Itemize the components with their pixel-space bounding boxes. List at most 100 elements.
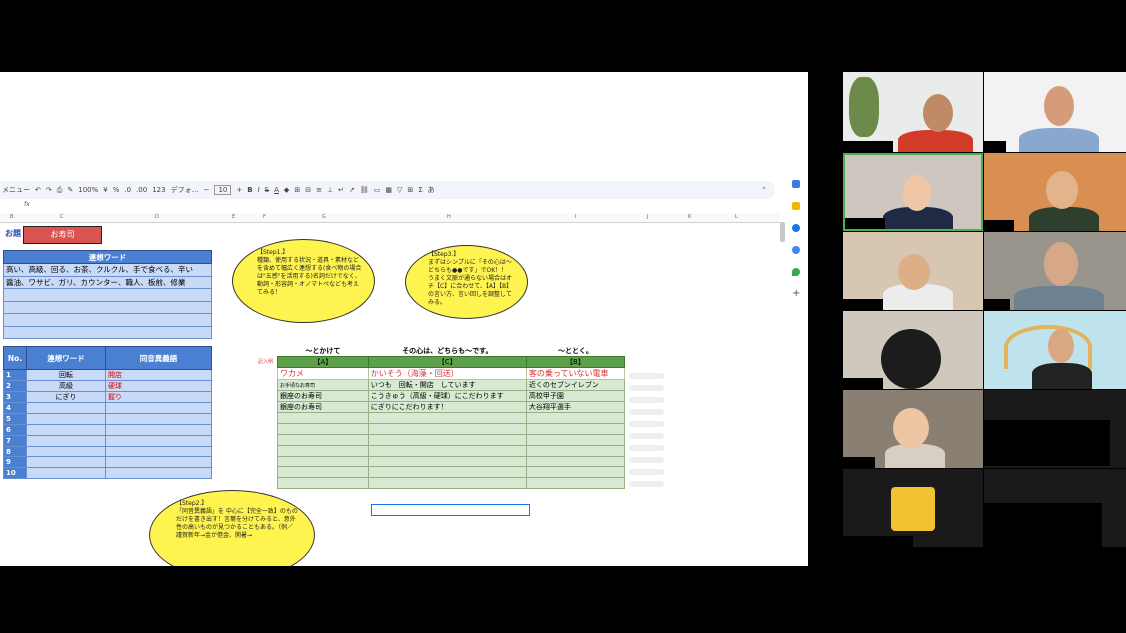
col-header[interactable]: H bbox=[447, 214, 451, 220]
merge-icon[interactable]: ⊟ bbox=[305, 186, 311, 194]
dropdown-chip[interactable] bbox=[629, 445, 664, 451]
cell-a[interactable] bbox=[277, 466, 369, 479]
sheets-icon[interactable] bbox=[792, 180, 800, 188]
col-header[interactable]: F bbox=[263, 214, 266, 220]
col-no-header[interactable]: No. bbox=[3, 346, 27, 370]
word-cell[interactable] bbox=[26, 402, 106, 414]
participant-tile-active[interactable] bbox=[843, 153, 983, 231]
strike-button[interactable]: S bbox=[265, 186, 269, 194]
cell-c[interactable] bbox=[367, 422, 527, 435]
dropdown-chip[interactable] bbox=[629, 397, 664, 403]
italic-button[interactable]: I bbox=[258, 186, 260, 194]
participant-tile[interactable] bbox=[843, 232, 983, 310]
rotate-icon[interactable]: ↗ bbox=[349, 186, 355, 194]
table-row[interactable] bbox=[3, 313, 212, 327]
homonym-cell[interactable] bbox=[105, 467, 212, 480]
participant-tile[interactable] bbox=[843, 311, 983, 389]
decimal-decrease-button[interactable]: .0 bbox=[124, 186, 131, 194]
cell-a[interactable]: 銀座のお寿司 bbox=[277, 401, 369, 413]
bold-button[interactable]: B bbox=[247, 186, 252, 194]
cell-b[interactable] bbox=[525, 444, 626, 457]
keep-icon[interactable] bbox=[792, 202, 800, 210]
col-header[interactable]: B bbox=[10, 214, 13, 220]
table-row[interactable]: 醤油、ワサビ、ガリ、カウンター、職人、板前、修業 bbox=[3, 275, 212, 289]
word-cell[interactable]: 高級 bbox=[26, 380, 106, 392]
example-c[interactable]: かいそう（海藻・回送） bbox=[367, 367, 527, 380]
filter-icon[interactable]: ▽ bbox=[397, 186, 402, 194]
wrap-icon[interactable]: ↵ bbox=[338, 186, 344, 194]
cell-b[interactable] bbox=[525, 477, 626, 490]
font-size-increase[interactable]: + bbox=[236, 186, 242, 194]
example-a[interactable]: ワカメ bbox=[277, 367, 369, 380]
dropdown-chip[interactable] bbox=[629, 469, 664, 475]
cell-c[interactable] bbox=[367, 455, 527, 468]
cell-c[interactable]: にぎりにこだわります！ bbox=[367, 401, 527, 413]
homonym-cell[interactable] bbox=[105, 456, 212, 469]
word-cell[interactable]: 回転 bbox=[26, 369, 106, 381]
col-a-header[interactable]: 【A】 bbox=[277, 356, 369, 368]
col-header[interactable]: I bbox=[575, 214, 576, 220]
cell-b[interactable]: 大谷翔平選手 bbox=[525, 401, 626, 413]
col-header[interactable]: J bbox=[647, 214, 648, 220]
homonym-cell[interactable] bbox=[105, 423, 212, 436]
col-word-header[interactable]: 連想ワード bbox=[26, 346, 106, 370]
dropdown-chip[interactable] bbox=[629, 409, 664, 415]
cell-a[interactable] bbox=[277, 455, 369, 468]
formula-bar[interactable]: fx bbox=[0, 201, 780, 211]
odai-value-cell[interactable]: お寿司 bbox=[23, 226, 102, 244]
cell-b[interactable]: 近くのセブンイレブン bbox=[525, 379, 626, 391]
word-cell[interactable] bbox=[26, 412, 106, 425]
cell-c[interactable]: いつも 回転・開店 しています bbox=[367, 379, 527, 391]
cell-a[interactable] bbox=[277, 433, 369, 446]
dropdown-chip[interactable] bbox=[629, 433, 664, 439]
col-header[interactable]: C bbox=[60, 214, 64, 220]
collapse-toolbar-icon[interactable]: ⌃ bbox=[761, 186, 767, 194]
link-icon[interactable]: ⛓ bbox=[360, 186, 369, 194]
cell-b[interactable]: 高校甲子園 bbox=[525, 390, 626, 402]
word-cell[interactable]: にぎり bbox=[26, 391, 106, 403]
comment-icon[interactable]: ▭ bbox=[374, 186, 381, 194]
homonym-cell[interactable] bbox=[105, 434, 212, 447]
borders-icon[interactable]: ⊞ bbox=[294, 186, 300, 194]
col-c-header[interactable]: 【C】 bbox=[367, 356, 527, 368]
word-cell[interactable] bbox=[26, 434, 106, 447]
cell-a[interactable] bbox=[277, 444, 369, 457]
tasks-icon[interactable] bbox=[792, 224, 800, 232]
col-header[interactable]: K bbox=[688, 214, 691, 220]
homonym-cell[interactable] bbox=[105, 412, 212, 425]
decimal-increase-button[interactable]: .00 bbox=[136, 186, 147, 194]
cell-c[interactable] bbox=[367, 444, 527, 457]
col-header[interactable]: E bbox=[232, 214, 235, 220]
cell-b[interactable] bbox=[525, 455, 626, 468]
menu-button[interactable]: メニュー bbox=[2, 185, 30, 195]
redo-icon[interactable]: ↷ bbox=[46, 186, 52, 194]
currency-button[interactable]: ¥ bbox=[103, 186, 107, 194]
participant-tile[interactable] bbox=[984, 232, 1126, 310]
participant-tile-camera-off[interactable] bbox=[984, 469, 1126, 547]
homonym-cell[interactable]: 開店 bbox=[105, 369, 212, 381]
cell-b[interactable] bbox=[525, 422, 626, 435]
col-header[interactable]: D bbox=[155, 214, 159, 220]
function-icon[interactable]: Σ bbox=[418, 186, 422, 194]
homonym-cell[interactable]: 硬球 bbox=[105, 380, 212, 392]
word-cell[interactable] bbox=[26, 467, 106, 480]
participant-tile[interactable] bbox=[984, 153, 1126, 231]
participant-tile[interactable] bbox=[843, 390, 983, 468]
zoom-select[interactable]: 100% bbox=[78, 186, 98, 194]
dropdown-chip[interactable] bbox=[629, 421, 664, 427]
col-header[interactable]: L bbox=[735, 214, 738, 220]
participant-tile-camera-off[interactable] bbox=[843, 469, 983, 547]
participant-tile[interactable] bbox=[984, 72, 1126, 152]
homonym-cell[interactable] bbox=[105, 402, 212, 414]
cell-a[interactable] bbox=[277, 477, 369, 490]
cell-c[interactable] bbox=[367, 466, 527, 479]
cell-b[interactable] bbox=[525, 466, 626, 479]
cell-a[interactable]: 銀座のお寿司 bbox=[277, 390, 369, 402]
undo-icon[interactable]: ↶ bbox=[35, 186, 41, 194]
cell-c[interactable] bbox=[367, 433, 527, 446]
contacts-icon[interactable] bbox=[792, 246, 800, 254]
dropdown-chip[interactable] bbox=[629, 373, 664, 379]
text-color-button[interactable]: A bbox=[274, 186, 279, 194]
word-cell[interactable] bbox=[26, 445, 106, 458]
chart-icon[interactable]: ▦ bbox=[385, 186, 392, 194]
